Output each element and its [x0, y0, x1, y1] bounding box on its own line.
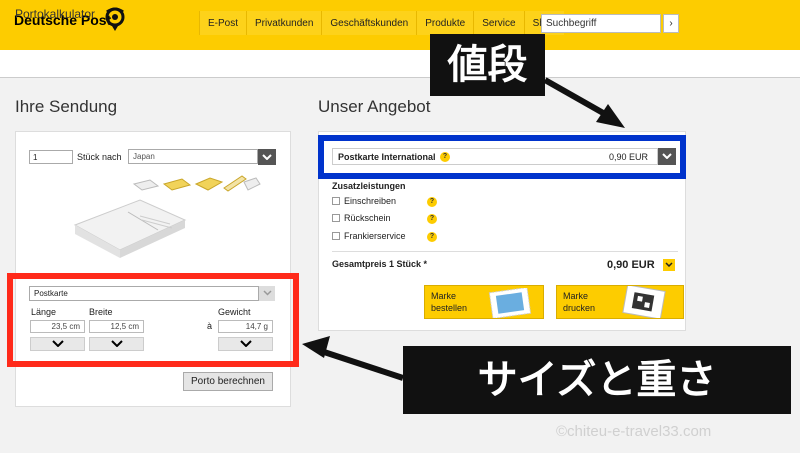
size-weight-annotation: サイズと重さ — [403, 346, 791, 414]
watermark: ©chiteu-e-travel33.com — [556, 423, 712, 440]
arrow-to-price-icon — [543, 77, 625, 128]
size-highlight-frame — [7, 273, 299, 367]
arrow-to-size-icon — [302, 336, 404, 381]
